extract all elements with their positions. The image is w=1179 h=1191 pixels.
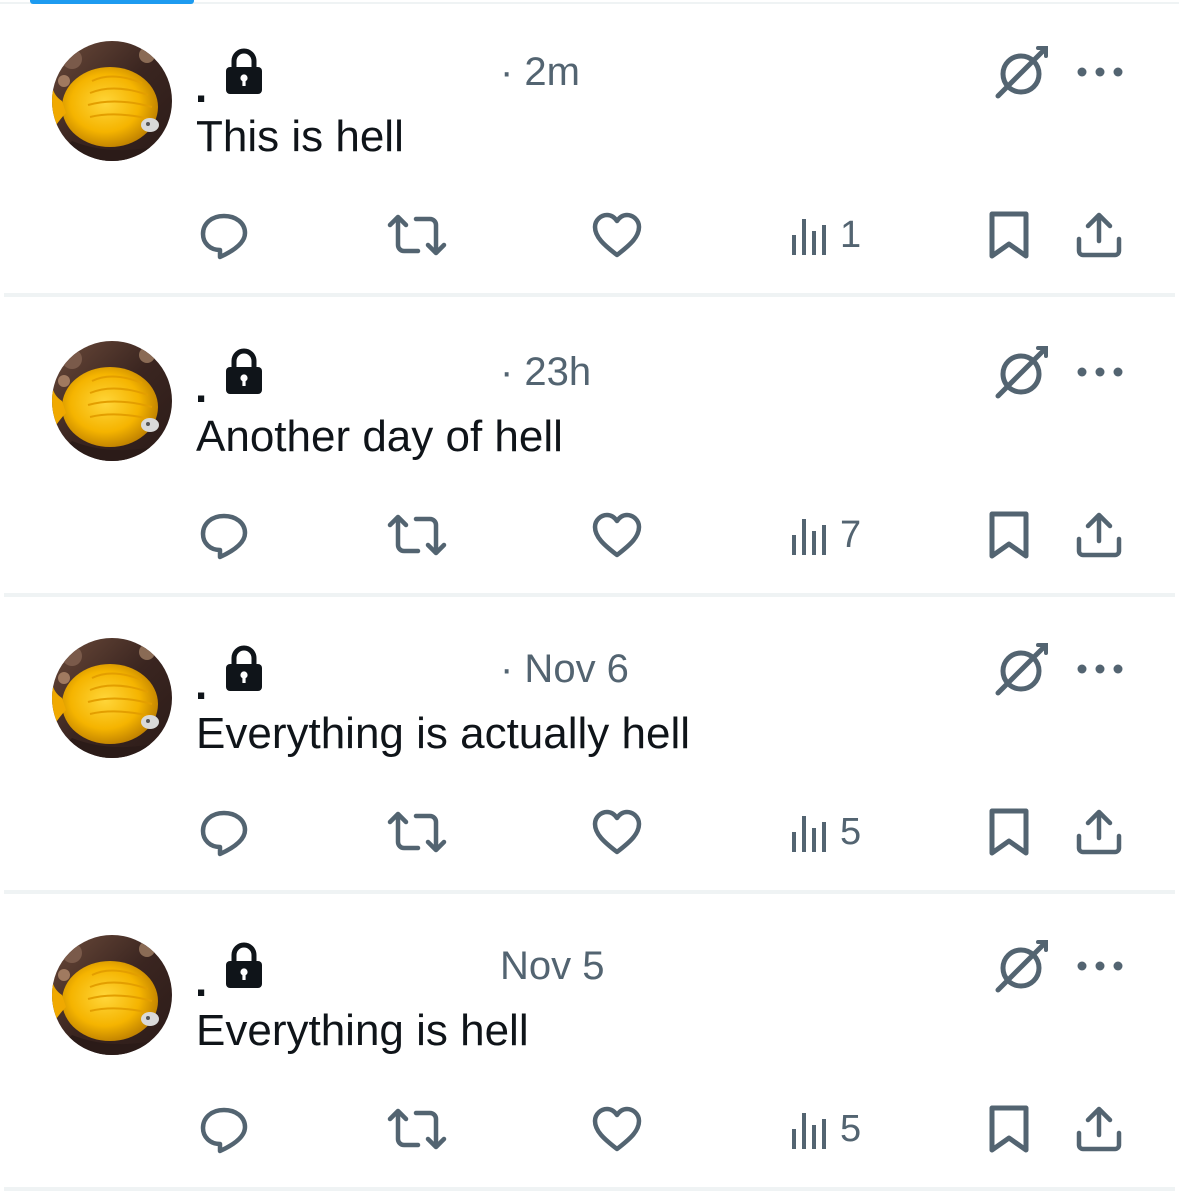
timestamp[interactable]: Nov 5 (500, 944, 605, 988)
share-button[interactable] (1074, 805, 1124, 859)
bookmark-button[interactable] (988, 805, 1030, 859)
views-count: 5 (840, 1108, 862, 1150)
lock-icon (226, 645, 262, 691)
reply-button[interactable] (198, 1102, 250, 1156)
more-icon[interactable] (1076, 364, 1124, 380)
retweet-button[interactable] (386, 805, 448, 859)
retweet-button[interactable] (386, 208, 448, 262)
timestamp[interactable]: · Nov 6 (500, 647, 629, 691)
heart-icon (592, 809, 642, 855)
post-text: Another day of hell (196, 412, 563, 461)
display-name[interactable]: . (195, 663, 207, 707)
post-text: Everything is hell (196, 1006, 529, 1055)
post[interactable]: . Nov 5 Everything is hell 5 (0, 894, 1179, 1191)
views-button[interactable]: 7 (790, 508, 861, 562)
heart-icon (592, 212, 642, 258)
views-icon (792, 219, 826, 255)
timestamp[interactable]: · 23h (500, 350, 591, 394)
timestamp[interactable]: · 2m (500, 50, 580, 94)
fish-avatar-image (52, 638, 172, 758)
avatar[interactable] (52, 638, 172, 758)
post[interactable]: . · 2m This is hell 1 (0, 0, 1179, 297)
more-icon[interactable] (1076, 661, 1124, 677)
bookmark-icon (989, 1105, 1029, 1153)
share-button[interactable] (1074, 208, 1124, 262)
reply-icon (200, 810, 248, 857)
post-text: This is hell (196, 112, 404, 161)
retweet-button[interactable] (386, 1102, 448, 1156)
share-icon (1076, 512, 1122, 558)
like-button[interactable] (592, 805, 642, 859)
reply-button[interactable] (198, 805, 250, 859)
more-icon[interactable] (1076, 958, 1124, 974)
grok-icon[interactable] (992, 641, 1050, 699)
fish-avatar-image (52, 935, 172, 1055)
views-count: 5 (840, 811, 862, 853)
reply-button[interactable] (198, 208, 250, 262)
fish-avatar-image (52, 341, 172, 461)
lock-icon (226, 348, 262, 394)
share-button[interactable] (1074, 1102, 1124, 1156)
more-icon[interactable] (1076, 64, 1124, 80)
reply-icon (200, 513, 248, 560)
like-button[interactable] (592, 508, 642, 562)
bookmark-icon (989, 808, 1029, 856)
post[interactable]: . · 23h Another day of hell 7 (0, 300, 1179, 597)
display-name[interactable]: . (195, 66, 207, 110)
views-button[interactable]: 5 (790, 805, 861, 859)
reply-icon (200, 213, 248, 260)
post-text: Everything is actually hell (196, 709, 691, 758)
bookmark-button[interactable] (988, 1102, 1030, 1156)
heart-icon (592, 512, 642, 558)
views-icon (792, 816, 826, 852)
retweet-icon (387, 214, 447, 256)
bookmark-icon (989, 211, 1029, 259)
reply-icon (200, 1107, 248, 1154)
heart-icon (592, 1106, 642, 1152)
bookmark-icon (989, 511, 1029, 559)
post[interactable]: . · Nov 6 Everything is actually hell 5 (0, 597, 1179, 894)
avatar[interactable] (52, 341, 172, 461)
lock-icon (226, 48, 262, 94)
lock-icon (226, 942, 262, 988)
retweet-icon (387, 811, 447, 853)
grok-icon[interactable] (992, 938, 1050, 996)
retweet-button[interactable] (386, 508, 448, 562)
retweet-icon (387, 514, 447, 556)
share-button[interactable] (1074, 508, 1124, 562)
like-button[interactable] (592, 1102, 642, 1156)
post-divider (4, 293, 1175, 297)
fish-avatar-image (52, 41, 172, 161)
reply-button[interactable] (198, 508, 250, 562)
grok-icon[interactable] (992, 44, 1050, 102)
views-icon (792, 519, 826, 555)
share-icon (1076, 1106, 1122, 1152)
retweet-icon (387, 1108, 447, 1150)
views-count: 1 (840, 214, 862, 256)
grok-icon[interactable] (992, 344, 1050, 402)
display-name[interactable]: . (195, 960, 207, 1004)
bookmark-button[interactable] (988, 208, 1030, 262)
avatar[interactable] (52, 935, 172, 1055)
views-count: 7 (840, 514, 862, 556)
avatar[interactable] (52, 41, 172, 161)
views-icon (792, 1113, 826, 1149)
display-name[interactable]: . (195, 366, 207, 410)
bookmark-button[interactable] (988, 508, 1030, 562)
post-divider (4, 1187, 1175, 1191)
views-button[interactable]: 5 (790, 1102, 861, 1156)
views-button[interactable]: 1 (790, 208, 861, 262)
like-button[interactable] (592, 208, 642, 262)
share-icon (1076, 809, 1122, 855)
share-icon (1076, 212, 1122, 258)
